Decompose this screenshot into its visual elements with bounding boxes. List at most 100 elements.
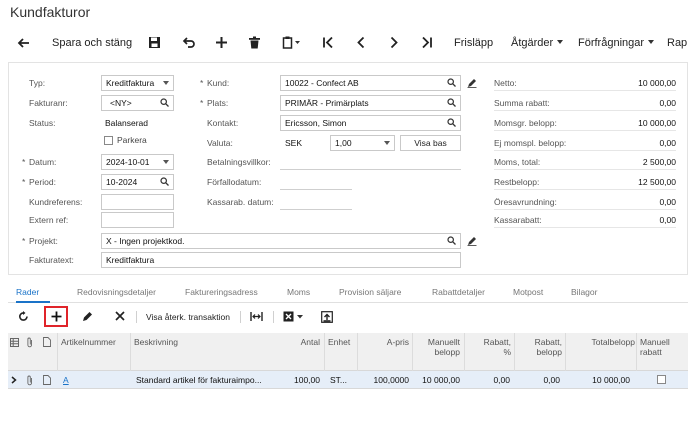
currency-rate-select[interactable]: 1,00 (330, 135, 395, 151)
edit-pencil-icon[interactable] (467, 236, 477, 246)
edit-pencil-icon[interactable] (467, 78, 477, 88)
add-button[interactable] (215, 30, 228, 56)
upload-button[interactable] (321, 306, 333, 328)
date-field[interactable]: 2024-10-01 (101, 154, 174, 170)
total-discount-value: 0,00 (659, 98, 676, 108)
vat-taxable-label: Momsgr. belopp: (494, 118, 557, 128)
add-row-button[interactable] (51, 306, 62, 328)
note-icon[interactable] (43, 375, 51, 385)
grid-settings-icon[interactable] (10, 338, 19, 347)
parked-label: Parkera (117, 135, 147, 145)
grid-header: Artikelnummer Beskrivning Antal Enhet A-… (8, 333, 688, 371)
col-total-amount[interactable]: Totalbelopp (569, 337, 635, 347)
col-quantity[interactable]: Antal (278, 337, 320, 347)
save-close-button[interactable]: Spara och stäng (52, 30, 132, 56)
copy-paste-button[interactable] (282, 30, 302, 56)
column-divider (324, 333, 325, 371)
status-value: Balanserad (105, 118, 149, 128)
vat-total-value: 2 500,00 (642, 157, 676, 167)
view-reversal-button[interactable]: Visa återk. transaktion (146, 306, 230, 328)
reports-menu[interactable]: Rap (667, 30, 687, 56)
cell-unit-price: 100,0000 (373, 375, 409, 385)
summary-divider (494, 209, 676, 210)
contact-field[interactable]: Ericsson, Simon (280, 115, 461, 131)
external-ref-field[interactable] (101, 212, 174, 228)
search-icon (447, 118, 456, 127)
payment-terms-field[interactable] (280, 169, 461, 170)
inquiries-label: Förfrågningar (578, 37, 645, 49)
edit-row-button[interactable] (82, 306, 93, 328)
cell-article-no[interactable]: A (63, 375, 69, 385)
actions-menu[interactable]: Åtgärder (511, 30, 564, 56)
balance-label: Restbelopp: (494, 177, 540, 187)
paperclip-icon[interactable] (26, 375, 34, 386)
release-button[interactable]: Frisläpp (454, 30, 493, 56)
balance-value: 12 500,00 (638, 177, 676, 187)
col-article-no[interactable]: Artikelnummer (61, 337, 131, 347)
fit-width-icon (250, 312, 263, 321)
tab-rows[interactable]: Rader (16, 287, 39, 297)
toolbar-divider (273, 311, 274, 323)
cell-unit: ST... (330, 375, 348, 385)
col-unit[interactable]: Enhet (328, 337, 354, 347)
first-record-button[interactable] (322, 30, 334, 56)
next-record-button[interactable] (389, 30, 399, 56)
tab-counter-entry[interactable]: Motpost (513, 287, 543, 297)
invoice-text-field[interactable]: Kreditfaktura (101, 252, 461, 268)
fit-columns-button[interactable] (250, 306, 263, 328)
cash-discount-date-field[interactable] (280, 209, 352, 210)
previous-record-button[interactable] (356, 30, 366, 56)
status-label: Status: (29, 118, 56, 128)
project-field[interactable]: X - Ingen projektkod. (101, 233, 461, 249)
row-indicator-icon (11, 376, 17, 384)
tab-vat[interactable]: Moms (287, 287, 310, 297)
col-discount-amount[interactable]: Rabatt, belopp (522, 337, 562, 357)
invoice-no-field[interactable]: <NY> (101, 95, 174, 111)
col-unit-price[interactable]: A-pris (361, 337, 409, 347)
due-date-field[interactable] (280, 189, 352, 190)
refresh-button[interactable] (18, 306, 29, 328)
col-description[interactable]: Beskrivning (134, 337, 294, 347)
contact-label: Kontakt: (207, 118, 239, 128)
delete-row-button[interactable] (115, 306, 125, 328)
tab-discount-details[interactable]: Rabattdetaljer (432, 287, 485, 297)
delete-button[interactable] (248, 30, 261, 56)
tab-billing-address[interactable]: Faktureringsadress (185, 287, 258, 297)
tab-attachments[interactable]: Bilagor (571, 287, 597, 297)
undo-button[interactable] (182, 30, 195, 56)
save-button[interactable] (148, 30, 161, 56)
refresh-icon (19, 311, 28, 321)
search-icon (447, 236, 456, 245)
cell-discount-pct: 0,00 (493, 375, 510, 385)
last-record-button[interactable] (421, 30, 433, 56)
clipboard-icon (282, 36, 300, 49)
export-excel-menu[interactable] (283, 306, 305, 328)
back-button[interactable] (16, 30, 30, 56)
location-field[interactable]: PRIMÄR - Primärplats (280, 95, 461, 111)
customer-ref-field[interactable] (101, 194, 174, 210)
currency-code: SEK (285, 138, 303, 148)
search-icon (447, 78, 456, 87)
column-divider (464, 333, 465, 371)
parked-checkbox[interactable] (104, 136, 113, 145)
type-select[interactable]: Kreditfaktura (101, 75, 174, 91)
period-field[interactable]: 10-2024 (101, 174, 174, 190)
date-value: 2024-10-01 (106, 157, 150, 167)
col-discount-pct[interactable]: Rabatt, % (474, 337, 511, 357)
col-manual-amount[interactable]: Manuellt belopp (416, 337, 460, 357)
customer-field[interactable]: 10022 - Confect AB (280, 75, 461, 91)
type-label: Typ: (29, 78, 46, 88)
vat-exempt-label: Ej momspl. belopp: (494, 138, 567, 148)
external-ref-label: Extern ref: (29, 215, 69, 225)
customer-value: 10022 - Confect AB (285, 78, 359, 88)
inquiries-menu[interactable]: Förfrågningar (578, 30, 655, 56)
view-base-button[interactable]: Visa bas (400, 135, 461, 151)
currency-label: Valuta: (207, 138, 233, 148)
cell-manual-discount-checkbox[interactable] (657, 375, 666, 384)
col-manual-discount[interactable]: Manuell rabatt (640, 337, 680, 357)
tab-accounting-details[interactable]: Redovisningsdetaljer (77, 287, 156, 297)
currency-rate-value: 1,00 (335, 138, 352, 148)
table-row[interactable]: A Standard artikel för fakturaimpo... 10… (8, 371, 688, 389)
location-value: PRIMÄR - Primärplats (285, 98, 369, 108)
tab-sales-commission[interactable]: Provision säljare (339, 287, 401, 297)
